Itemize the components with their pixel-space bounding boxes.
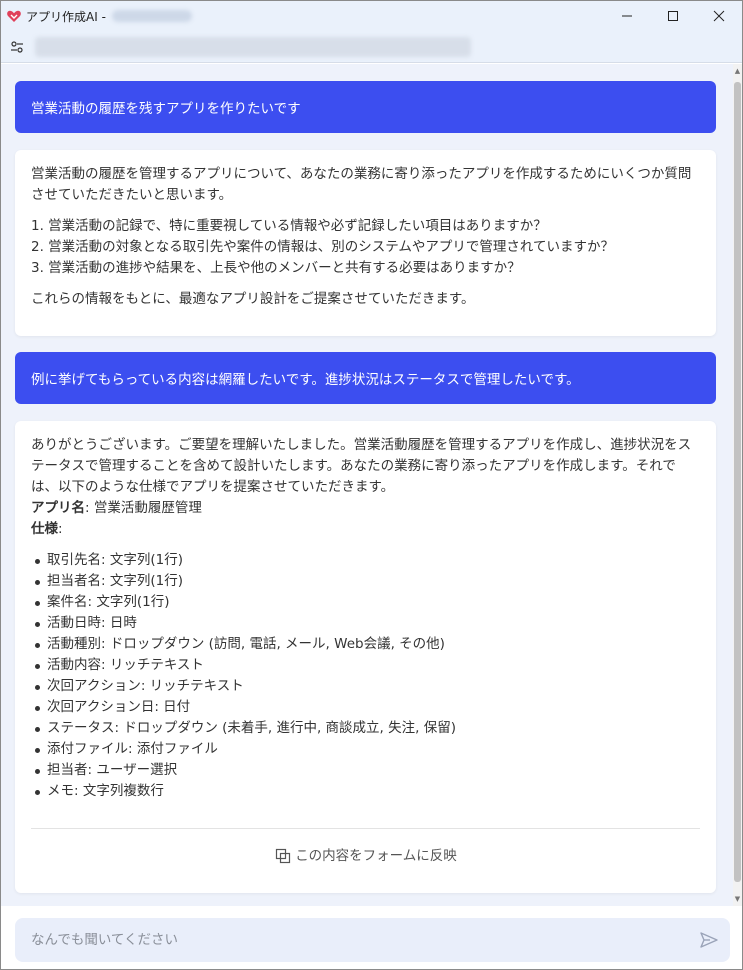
title-bar: アプリ作成AI - [1, 1, 742, 31]
send-icon [700, 932, 718, 948]
close-button[interactable] [696, 1, 742, 31]
spec-line: 仕様: [31, 519, 700, 540]
ai-message-1: 営業活動の履歴を管理するアプリについて、あなたの業務に寄り添ったアプリを作成する… [15, 150, 716, 336]
spec-colon: : [58, 521, 63, 537]
minimize-icon [622, 15, 632, 17]
list-item: 取引先名: 文字列(1行) [33, 550, 700, 571]
spec-field-list: 取引先名: 文字列(1行) 担当者名: 文字列(1行) 案件名: 文字列(1行)… [31, 550, 700, 802]
ai-message-2: ありがとうございます。ご要望を理解いたしました。営業活動履歴を管理するアプリを作… [15, 421, 716, 893]
address-bar-redacted[interactable] [35, 36, 471, 57]
maximize-button[interactable] [650, 1, 696, 31]
tune-icon [11, 40, 23, 53]
list-item: 案件名: 文字列(1行) [33, 592, 700, 613]
message-input[interactable] [31, 925, 671, 955]
reflect-to-form-button[interactable]: この内容をフォームに反映 [31, 829, 700, 883]
list-item: 3. 営業活動の進捗や結果を、上長や他のメンバーと共有する必要はありますか？ [31, 260, 521, 276]
list-item: ステータス: ドロップダウン (未着手, 進行中, 商談成立, 失注, 保留) [33, 718, 700, 739]
scroll-thumb[interactable] [734, 82, 741, 882]
question-list: 1. 営業活動の記録で、特に重要視している情報や必ず記録したい項目はありますか？… [31, 216, 700, 279]
maximize-icon [668, 11, 678, 21]
app-name-label: アプリ名 [31, 500, 85, 516]
list-item: 担当者: ユーザー選択 [33, 760, 700, 781]
list-item: 次回アクション日: 日付 [33, 697, 700, 718]
list-item: 担当者名: 文字列(1行) [33, 571, 700, 592]
ai-message-intro: 営業活動の履歴を管理するアプリについて、あなたの業務に寄り添ったアプリを作成する… [31, 166, 692, 203]
copy-icon [274, 847, 292, 865]
window-controls [604, 1, 742, 31]
app-logo-icon [5, 7, 23, 25]
spec-label: 仕様 [31, 521, 58, 537]
scrollbar[interactable]: ▲ ▼ [733, 64, 742, 906]
reflect-to-form-label: この内容をフォームに反映 [295, 847, 457, 864]
minimize-button[interactable] [604, 1, 650, 31]
app-name-line: アプリ名: 営業活動履歴管理 [31, 498, 700, 519]
list-item: 活動日時: 日時 [33, 613, 700, 634]
scroll-down-arrow-icon[interactable]: ▼ [734, 894, 741, 904]
list-item: 添付ファイル: 添付ファイル [33, 739, 700, 760]
ai-message-intro: ありがとうございます。ご要望を理解いたしました。営業活動履歴を管理するアプリを作… [31, 437, 692, 495]
close-icon [713, 10, 725, 22]
chat-area: 営業活動の履歴を残すアプリを作りたいです 営業活動の履歴を管理するアプリについて… [1, 64, 742, 906]
ai-message-outro: これらの情報をもとに、最適なアプリ設計をご提案させていただきます。 [31, 291, 475, 307]
message-composer [15, 918, 730, 962]
list-item: 1. 営業活動の記録で、特に重要視している情報や必ず記録したい項目はありますか？ [31, 218, 547, 234]
list-item: 次回アクション: リッチテキスト [33, 676, 700, 697]
list-item: 活動内容: リッチテキスト [33, 655, 700, 676]
user-message-text: 営業活動の履歴を残すアプリを作りたいです [31, 101, 301, 117]
title-redacted [111, 10, 192, 22]
list-item: メモ: 文字列複数行 [33, 781, 700, 802]
user-message-1: 営業活動の履歴を残すアプリを作りたいです [15, 81, 716, 133]
user-message-text: 例に挙げてもらっている内容は網羅したいです。進捗状況はステータスで管理したいです… [31, 372, 580, 388]
toolbar [1, 31, 742, 63]
window-title: アプリ作成AI - [26, 9, 106, 24]
scroll-up-arrow-icon[interactable]: ▲ [734, 66, 741, 76]
list-item: 活動種別: ドロップダウン (訪問, 電話, メール, Web会議, その他) [33, 634, 700, 655]
app-name-value: : 営業活動履歴管理 [85, 500, 202, 516]
list-item: 2. 営業活動の対象となる取引先や案件の情報は、別のシステムやアプリで管理されて… [31, 239, 614, 255]
send-button[interactable] [698, 929, 720, 951]
user-message-2: 例に挙げてもらっている内容は網羅したいです。進捗状況はステータスで管理したいです… [15, 352, 716, 404]
site-settings-button[interactable] [3, 33, 31, 61]
